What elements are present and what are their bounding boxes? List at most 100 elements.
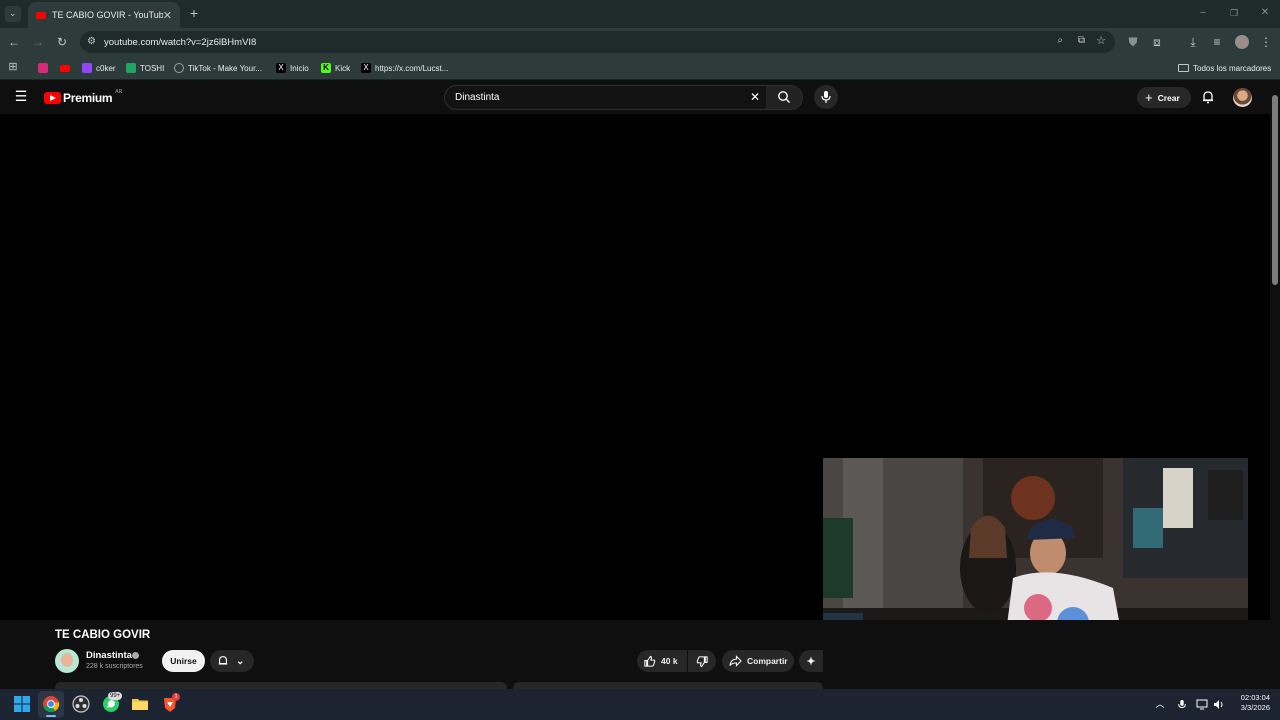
share-button[interactable]: Compartir xyxy=(722,650,794,672)
join-label: Unirse xyxy=(170,656,197,666)
page-scrollbar[interactable] xyxy=(1270,81,1280,689)
bookmark-instagram[interactable] xyxy=(38,61,52,75)
like-count: 40 k xyxy=(661,656,678,666)
search-box[interactable]: Dinastinta ✕ xyxy=(444,85,803,110)
windows-start-icon[interactable] xyxy=(12,694,32,714)
apps-grid-icon[interactable]: ⊞ xyxy=(6,60,20,74)
logo-text: Premium xyxy=(63,91,113,105)
comments-box-edge xyxy=(513,682,823,689)
instagram-icon xyxy=(38,63,48,73)
profile-avatar[interactable] xyxy=(1235,35,1249,49)
bookmark-star-icon[interactable]: ☆ xyxy=(1096,34,1106,47)
bookmark-youtube[interactable] xyxy=(60,61,74,75)
media-control-icon[interactable]: ≡ xyxy=(1210,35,1224,49)
bookmark-kick[interactable]: K Kick xyxy=(321,61,350,75)
hamburger-menu-icon[interactable]: ☰ xyxy=(14,89,28,103)
tab-strip: ⌄ TE CABIO GOVIR - YouTube ✕ + – ❐ ✕ xyxy=(0,0,1280,28)
zoom-icon[interactable]: ⌕ xyxy=(1057,35,1063,46)
create-button[interactable]: + Crear xyxy=(1137,87,1191,108)
url-text: youtube.com/watch?v=2jz6lBHmVI8 xyxy=(104,36,257,48)
verified-badge-icon xyxy=(132,652,139,659)
youtube-header: ☰ Premium AR Dinastinta ✕ + Crear xyxy=(0,81,1270,114)
globe-icon xyxy=(174,63,184,73)
dislike-button[interactable] xyxy=(688,650,716,672)
description-box-edge xyxy=(55,682,507,689)
obs-icon[interactable] xyxy=(71,694,91,714)
download-icon[interactable]: ⤓ xyxy=(1186,35,1200,49)
search-button[interactable] xyxy=(766,86,802,109)
minimize-window-icon[interactable]: – xyxy=(1196,6,1210,20)
clock-date: 3/3/2026 xyxy=(1240,703,1270,712)
restore-window-icon[interactable]: ❐ xyxy=(1227,6,1241,20)
like-button[interactable]: 40 k xyxy=(637,650,687,672)
youtube-icon xyxy=(60,64,70,72)
video-info-section: TE CABIO GOVIR Dinastinta 228 k suscript… xyxy=(0,620,1270,689)
tab-search-button[interactable]: ⌄ xyxy=(5,6,21,22)
country-badge: AR xyxy=(115,89,123,95)
search-input[interactable]: Dinastinta xyxy=(455,92,499,103)
all-bookmarks-folder[interactable]: Todos los marcadores xyxy=(1178,61,1271,75)
site-info-icon[interactable]: ⚙ xyxy=(87,36,96,47)
bookmark-toshi[interactable]: TOSHI xyxy=(126,61,164,75)
chrome-icon xyxy=(43,696,60,713)
subscription-bell-button[interactable]: ⌄ xyxy=(210,650,254,672)
reload-icon[interactable]: ↻ xyxy=(55,35,69,49)
back-icon[interactable]: ← xyxy=(7,35,21,49)
sparkle-icon: ✦ xyxy=(806,655,816,668)
kick-icon: K xyxy=(321,63,331,73)
x-icon: X xyxy=(276,63,286,73)
x-icon: X xyxy=(361,63,371,73)
clock[interactable]: 02:03:04 3/3/2026 xyxy=(1232,693,1270,713)
whatsapp-badge: 99+ xyxy=(108,692,123,700)
bookmark-c0ker[interactable]: c0ker xyxy=(82,61,116,75)
thumbs-up-icon xyxy=(644,655,656,667)
channel-avatar[interactable] xyxy=(55,649,79,673)
youtube-premium-logo[interactable]: Premium AR xyxy=(44,89,122,107)
extension-shield-icon[interactable]: ⛊ xyxy=(1126,35,1140,49)
extensions-puzzle-icon[interactable]: ⧈ xyxy=(1150,35,1164,49)
notifications-bell-icon[interactable] xyxy=(1201,90,1215,104)
voice-search-button[interactable] xyxy=(814,85,838,109)
file-explorer-icon[interactable] xyxy=(130,694,150,714)
ask-ai-button[interactable]: ✦ xyxy=(799,650,823,672)
chrome-taskbar-item[interactable] xyxy=(38,691,64,718)
folder-icon xyxy=(1178,64,1189,72)
menu-kebab-icon[interactable]: ⋮ xyxy=(1259,35,1273,49)
search-icon xyxy=(778,91,790,103)
scrollbar-thumb[interactable] xyxy=(1272,95,1278,285)
channel-name[interactable]: Dinastinta xyxy=(86,650,132,661)
video-title: TE CABIO GOVIR xyxy=(55,629,151,641)
subscriber-count: 228 k suscriptores xyxy=(86,663,143,670)
account-avatar[interactable] xyxy=(1233,88,1252,107)
microphone-tray-icon[interactable] xyxy=(1177,699,1187,711)
bookmarks-bar: ⊞ c0ker TOSHI TikTok - Make Your... X In… xyxy=(0,56,1280,80)
close-tab-icon[interactable]: ✕ xyxy=(163,9,172,22)
install-app-icon[interactable]: ⧉ xyxy=(1078,35,1085,46)
bookmark-inicio[interactable]: X Inicio xyxy=(276,61,309,75)
twitch-icon xyxy=(82,63,92,73)
bookmark-x-lucst[interactable]: X https://x.com/Lucst... xyxy=(361,61,448,75)
youtube-favicon-icon xyxy=(36,11,46,19)
browser-toolbar: ← → ↻ ⚙ youtube.com/watch?v=2jz6lBHmVI8 … xyxy=(0,28,1280,56)
volume-icon[interactable] xyxy=(1213,699,1225,710)
share-label: Compartir xyxy=(747,656,788,666)
youtube-logo-icon xyxy=(44,92,61,104)
windows-taskbar: 99+ 1 ︿ 02:03:04 3/3/2026 xyxy=(0,689,1280,720)
chevron-up-icon[interactable]: ︿ xyxy=(1153,697,1167,711)
clock-time: 02:03:04 xyxy=(1240,693,1270,702)
thumbs-down-icon xyxy=(696,655,708,667)
create-label: Crear xyxy=(1157,92,1180,103)
network-monitor-icon[interactable] xyxy=(1196,699,1208,710)
clear-search-icon[interactable]: ✕ xyxy=(750,90,760,104)
forward-icon[interactable]: → xyxy=(31,35,45,49)
bookmark-tiktok[interactable]: TikTok - Make Your... xyxy=(174,61,262,75)
join-button[interactable]: Unirse xyxy=(162,650,205,672)
new-tab-icon[interactable]: + xyxy=(187,6,201,20)
plus-icon: + xyxy=(1145,90,1153,105)
address-bar[interactable]: ⚙ youtube.com/watch?v=2jz6lBHmVI8 ⌕ ⧉ ☆ xyxy=(80,31,1115,53)
browser-tab-active[interactable]: TE CABIO GOVIR - YouTube ✕ xyxy=(28,2,180,28)
app-notification-badge: 1 xyxy=(172,693,180,701)
chevron-down-icon: ⌄ xyxy=(9,8,17,18)
close-window-icon[interactable]: ✕ xyxy=(1258,6,1272,20)
microphone-icon xyxy=(821,91,831,103)
